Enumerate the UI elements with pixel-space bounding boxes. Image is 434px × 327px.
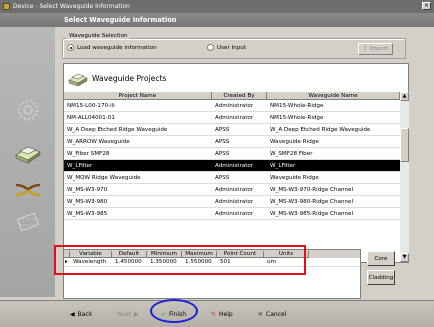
help-button[interactable]: ✎ Help (211, 307, 233, 321)
dialog-window: Device - Select Waveguide Information × … (0, 0, 434, 327)
cell-waveguide: NM15-Whole-Ridge (270, 102, 324, 109)
table-row[interactable]: W_MS-W3-985 Administrator W_MS-W3-985-Ridg… (64, 208, 400, 220)
cell-project: NM15-L00-170-ili (67, 102, 115, 109)
group-legend: Waveguide Selection (67, 33, 130, 39)
fiber-coupler-icon (15, 183, 41, 197)
back-button[interactable]: ◀ Back (70, 307, 92, 321)
projects-panel: Waveguide Projects Project Name Created … (63, 63, 409, 263)
cell-project: W_LFilter (67, 162, 93, 169)
scroll-down-icon[interactable]: ▼ (400, 253, 409, 262)
cell-created-by: APSS (215, 174, 230, 181)
close-icon[interactable]: × (422, 2, 431, 10)
load-info-radio[interactable]: Load waveguide information (67, 44, 157, 51)
projects-scrollbar[interactable]: ▲ ▼ (400, 92, 409, 262)
cell-waveguide: W_A Deep Etched Ridge Waveguide (270, 126, 371, 133)
cell-created-by: Administrator (215, 186, 254, 193)
scroll-thumb[interactable] (400, 128, 409, 162)
projects-table: Project Name Created By Waveguide Name N… (64, 92, 400, 220)
parameters-highlight-box (54, 245, 306, 275)
next-arrow-icon: ▶ (133, 310, 139, 318)
cell-waveguide: Waveguide Ridge (270, 174, 319, 181)
cell-created-by: Administrator (215, 102, 254, 109)
waveguide-project-icon (68, 73, 88, 87)
cell-created-by: APSS (215, 150, 230, 157)
page-title: Select Waveguide Information (0, 13, 434, 27)
wizard-sidebar (0, 27, 55, 297)
cell-created-by: Administrator (215, 210, 254, 217)
table-header: Project Name Created By Waveguide Name (64, 92, 400, 100)
help-icon: ✎ (211, 310, 217, 318)
table-row[interactable]: NM15-L00-170-ili Administrator NM15-Whole-… (64, 100, 400, 112)
window-title: Device - Select Waveguide Information (13, 3, 130, 10)
cell-created-by: Administrator (215, 114, 254, 121)
title-bar: Device - Select Waveguide Information × (0, 0, 434, 13)
radio-empty-icon (207, 44, 214, 51)
import-button[interactable]: ⇪ Import (358, 43, 393, 55)
import-icon: ⇪ (362, 46, 368, 52)
cell-waveguide: W_MS-W3-980-Ridge Channel (270, 198, 354, 205)
user-input-label: User Input (217, 44, 247, 51)
load-info-label: Load waveguide information (77, 44, 157, 51)
help-label: Help (219, 310, 233, 318)
cell-created-by: Administrator (215, 198, 254, 205)
projects-title: Waveguide Projects (92, 73, 167, 83)
cell-project: W_MQW Ridge Waveguide (67, 174, 141, 181)
cell-waveguide: W_MS-W3-985-Ridge Channel (270, 210, 354, 217)
col-waveguide-name[interactable]: Waveguide Name (267, 92, 400, 100)
table-row[interactable]: W_ARROW Waveguide APSS Waveguide Ridge (64, 136, 400, 148)
next-button[interactable]: Next ▶ (117, 307, 139, 321)
cell-project: W_A Deep Etched Ridge Waveguide (67, 126, 168, 133)
cancel-label: Cancel (266, 310, 287, 318)
cell-project: W_MS-W3-980 (67, 198, 108, 205)
cell-project: W_Fiber SMF28 (67, 150, 110, 157)
waveguide-slab-icon (15, 146, 41, 164)
cell-project: W_MS-W3-970 (67, 186, 108, 193)
back-label: Back (77, 310, 93, 318)
scroll-up-icon[interactable]: ▲ (400, 92, 409, 101)
cladding-button[interactable]: Cladding (367, 270, 395, 285)
table-row[interactable]: NM-ALL04001-01 Administrator NM15-Whole-Ri… (64, 112, 400, 124)
ring-structure-icon (17, 99, 39, 121)
table-row[interactable]: W_MS-W3-980 Administrator W_MS-W3-980-Ridg… (64, 196, 400, 208)
cell-project: W_MS-W3-985 (67, 210, 108, 217)
waveguide-selection-group: Waveguide Selection Load waveguide infor… (62, 33, 406, 59)
radio-selected-icon (67, 44, 74, 51)
cell-waveguide: W_LFilter (270, 162, 296, 169)
col-project-name[interactable]: Project Name (64, 92, 212, 100)
wizard-footer: ◀ Back Next ▶ ✓ Finish ✎ Help ✕ Cancel (0, 300, 434, 327)
cell-waveguide: Waveguide Ridge (270, 138, 319, 145)
cell-project: NM-ALL04001-01 (67, 114, 115, 121)
table-row-selected[interactable]: W_LFilter Administrator W_LFilter (64, 160, 400, 172)
table-row[interactable]: W_MS-W3-970 Administrator W_MS-W3-970-Ridg… (64, 184, 400, 196)
table-row[interactable]: W_A Deep Etched Ridge Waveguide APSS W_A D… (64, 124, 400, 136)
cell-waveguide: W_MS-W3-970-Ridge Channel (270, 186, 354, 193)
core-button[interactable]: Core (367, 251, 395, 266)
cancel-button[interactable]: ✕ Cancel (258, 307, 286, 321)
cell-waveguide: W_SMF28 Fiber (270, 150, 313, 157)
col-created-by[interactable]: Created By (212, 92, 267, 100)
cell-created-by: Administrator (215, 162, 254, 169)
table-row[interactable]: W_MQW Ridge Waveguide APSS Waveguide Ridge (64, 172, 400, 184)
back-arrow-icon: ◀ (70, 310, 75, 318)
finish-highlight-circle (150, 299, 198, 323)
table-row[interactable]: W_Fiber SMF28 APSS W_SMF28 Fiber (64, 148, 400, 160)
cell-waveguide: NM15-Whole-Ridge (270, 114, 324, 121)
import-label: Import (369, 46, 389, 52)
chip-array-icon (16, 212, 40, 232)
cell-project: W_ARROW Waveguide (67, 138, 130, 145)
cell-created-by: APSS (215, 126, 230, 133)
projects-header: Waveguide Projects (68, 69, 166, 87)
next-label: Next (117, 310, 131, 318)
cancel-x-icon: ✕ (258, 310, 264, 318)
user-input-radio[interactable]: User Input (207, 44, 246, 51)
cell-created-by: APSS (215, 138, 230, 145)
app-icon (3, 3, 10, 10)
